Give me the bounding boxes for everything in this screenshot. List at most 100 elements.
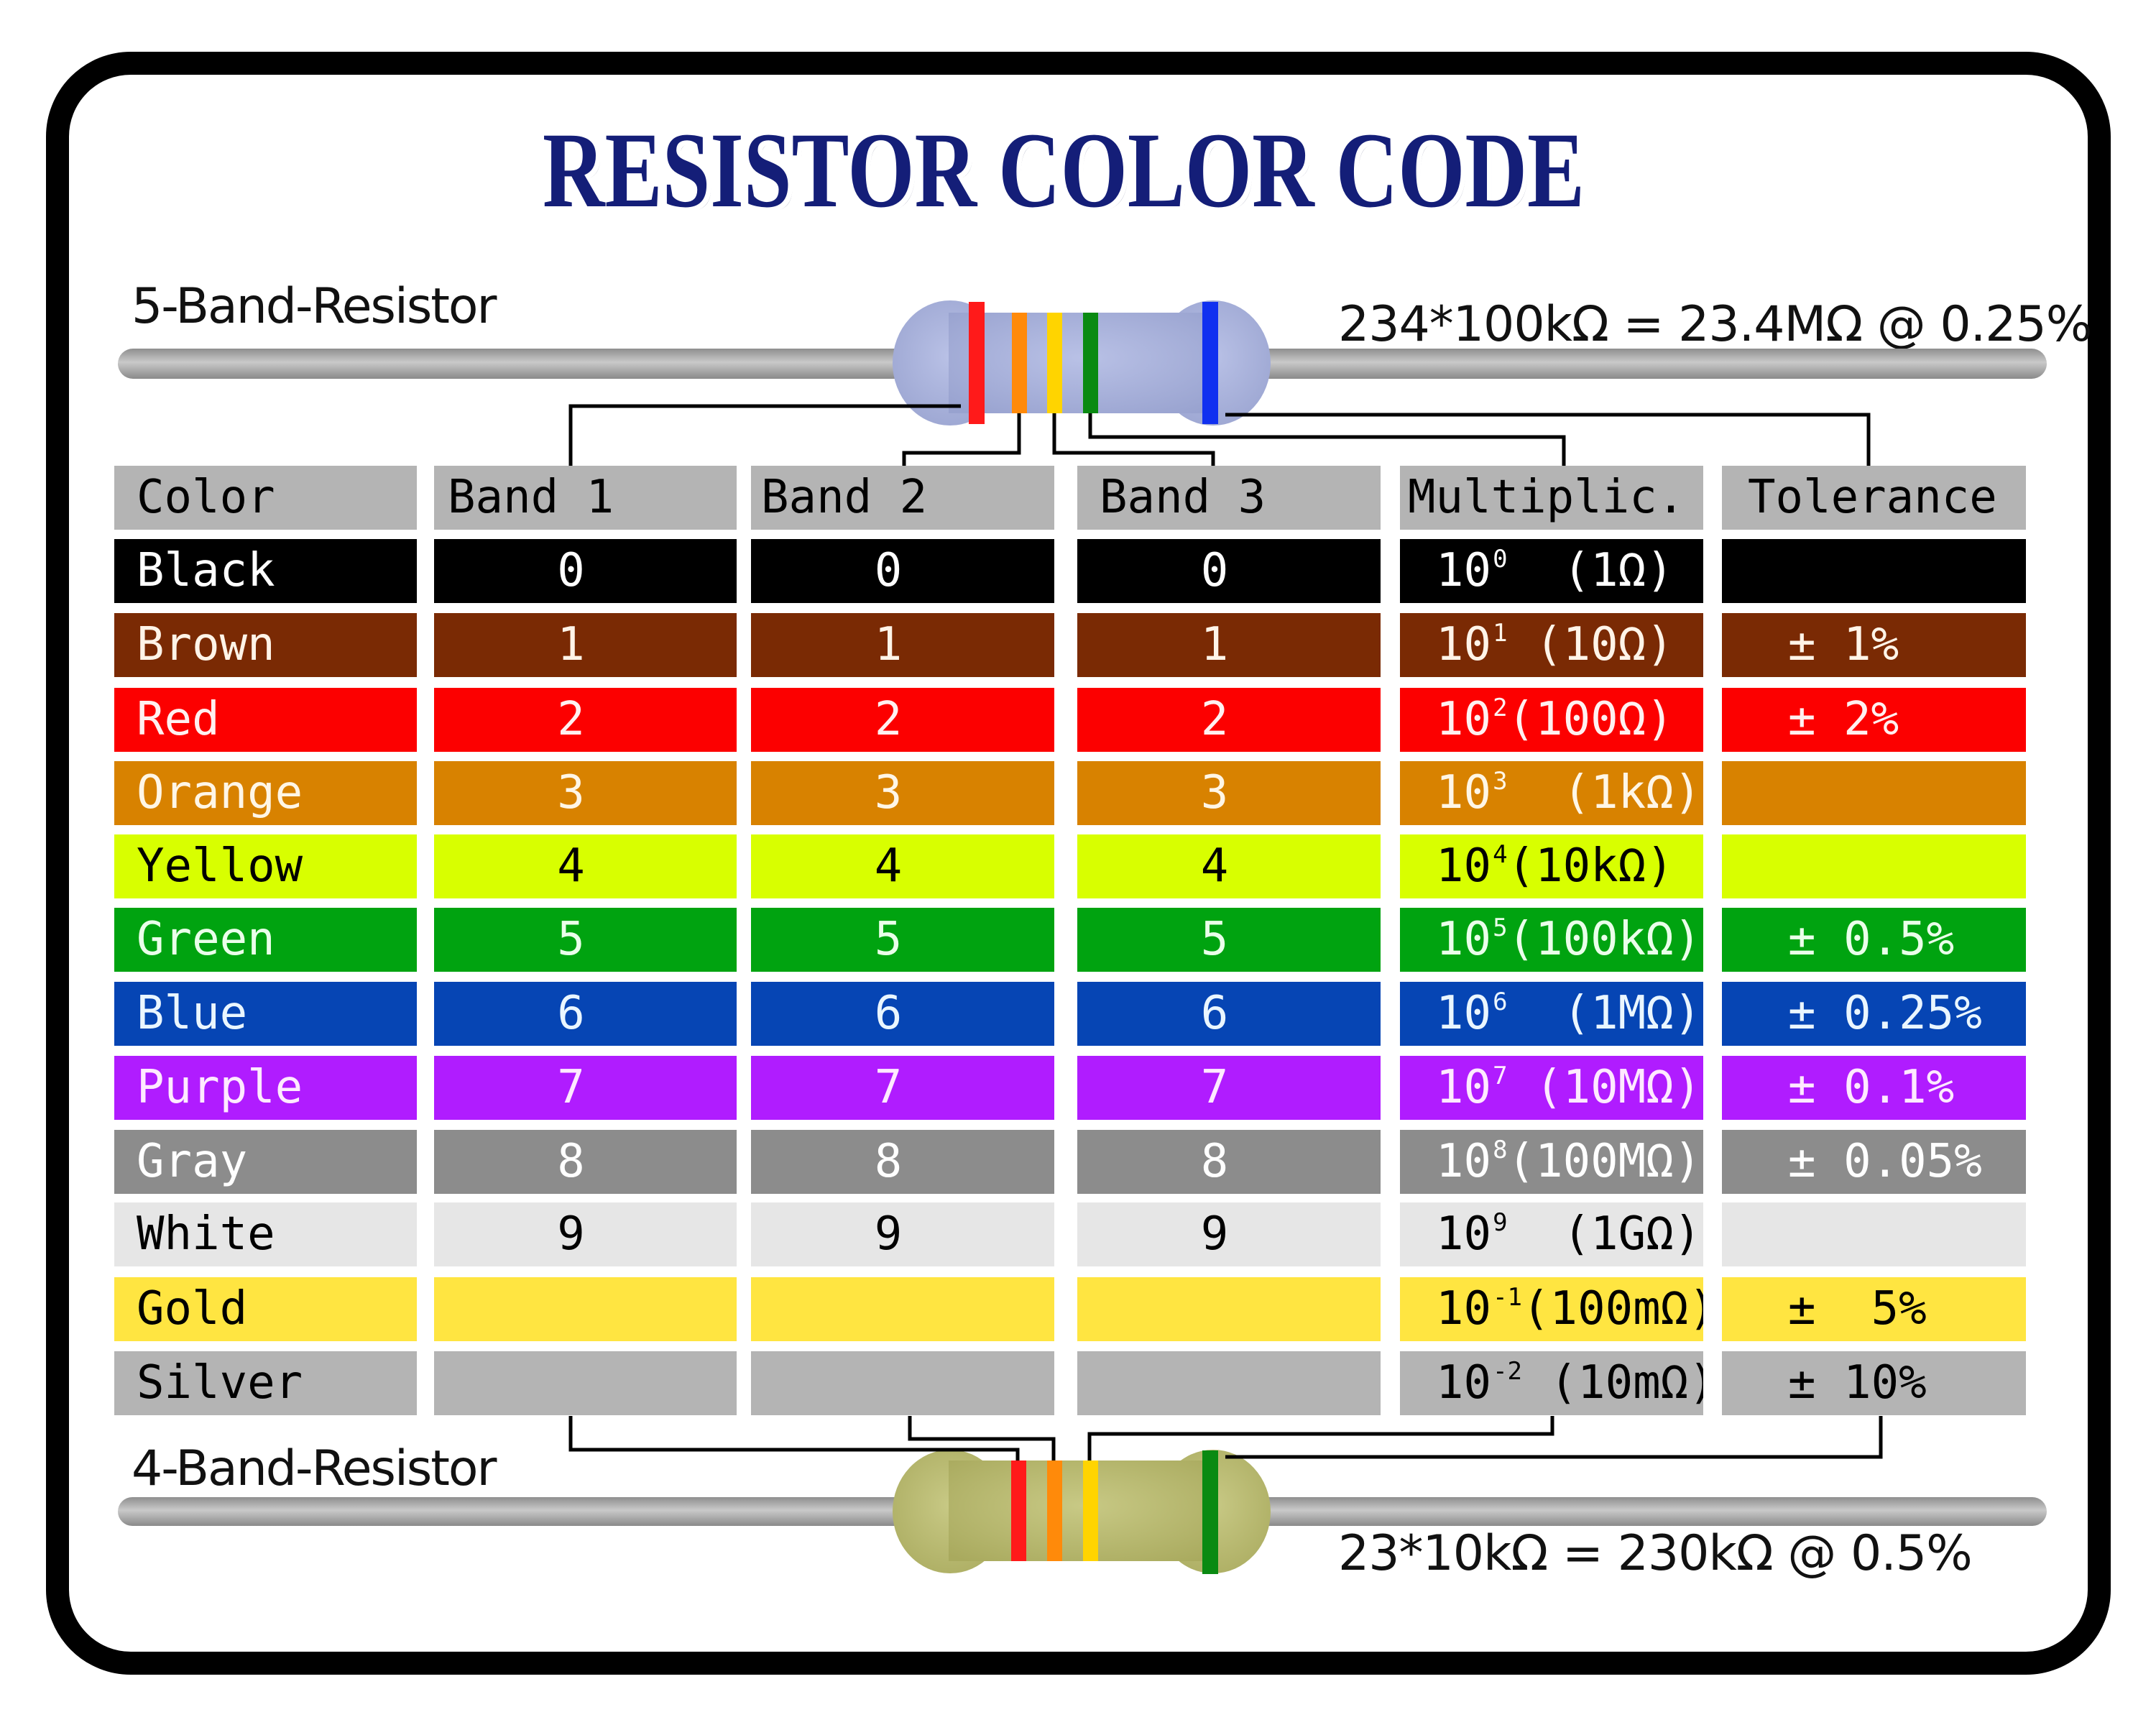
band1-digit-cell: 0: [434, 539, 737, 603]
multiplier-base: 10: [1436, 1061, 1492, 1114]
multiplier-cell: 103 (1kΩ): [1400, 761, 1703, 825]
header-cell-band1-digit: Band 1: [434, 466, 737, 530]
color-name-cell: Gray: [114, 1130, 417, 1194]
color-name-cell: Red: [114, 688, 417, 752]
multiplier-cell: 102(100Ω): [1400, 688, 1703, 752]
band3-digit-cell: 2: [1077, 688, 1381, 752]
color-name-cell: Silver: [114, 1351, 417, 1415]
connector-multiplier: [1088, 413, 1566, 467]
four-band-band-1: [1011, 1460, 1026, 1561]
band2-digit-cell: [751, 1351, 1054, 1415]
multiplier-value: (100kΩ): [1507, 913, 1702, 966]
band1-digit-cell: 8: [434, 1130, 737, 1194]
tolerance-cell: [1722, 834, 2026, 898]
band3-digit-cell: 9: [1077, 1202, 1381, 1266]
multiplier-exponent: 6: [1493, 988, 1508, 1016]
tolerance-cell: [1722, 1202, 2026, 1266]
band3-digit-cell: 6: [1077, 982, 1381, 1046]
header-cell-band2-digit: Band 2: [751, 466, 1054, 530]
multiplier-exponent: 1: [1493, 619, 1508, 648]
band1-digit-cell: 5: [434, 908, 737, 972]
band1-digit-cell: 4: [434, 834, 737, 898]
tolerance-cell: ± 2%: [1722, 688, 2026, 752]
band1-digit-cell: [434, 1277, 737, 1341]
multiplier-value: (1GΩ): [1507, 1208, 1702, 1261]
multiplier-cell: 10-1(100mΩ): [1400, 1277, 1703, 1341]
multiplier-value: (100Ω): [1507, 693, 1674, 746]
multiplier-base: 10: [1436, 913, 1492, 966]
tolerance-cell: ± 0.05%: [1722, 1130, 2026, 1194]
band3-digit-cell: 0: [1077, 539, 1381, 603]
five-band-band-1: [969, 302, 985, 424]
multiplier-cell: 109 (1GΩ): [1400, 1202, 1703, 1266]
multiplier-value: (100mΩ): [1522, 1282, 1703, 1335]
tolerance-cell: ± 5%: [1722, 1277, 2026, 1341]
band2-digit-cell: 3: [751, 761, 1054, 825]
connector-multiplier: [1087, 1416, 1554, 1460]
band2-digit-cell: [751, 1277, 1054, 1341]
multiplier-base: 10: [1436, 1356, 1492, 1409]
header-cell-tolerance: Tolerance: [1722, 466, 2026, 530]
five-band-band-multiplier: [1083, 313, 1098, 413]
tolerance-cell: [1722, 761, 2026, 825]
four-band-band-2: [1047, 1460, 1062, 1561]
band2-digit-cell: 8: [751, 1130, 1054, 1194]
color-name-cell: White: [114, 1202, 417, 1266]
band1-digit-cell: 1: [434, 613, 737, 677]
connector-band3: [1052, 413, 1215, 467]
header-cell-multiplier: Multiplic.: [1400, 466, 1703, 530]
band2-digit-cell: 5: [751, 908, 1054, 972]
multiplier-exponent: 4: [1493, 840, 1508, 869]
four-band-band-tolerance: [1202, 1450, 1218, 1574]
tolerance-cell: ± 1%: [1722, 613, 2026, 677]
band1-digit-cell: 7: [434, 1056, 737, 1120]
multiplier-exponent: -1: [1493, 1283, 1523, 1312]
multiplier-exponent: 0: [1493, 545, 1508, 574]
band2-digit-cell: 0: [751, 539, 1054, 603]
multiplier-value: (1kΩ): [1507, 766, 1702, 819]
band2-digit-cell: 9: [751, 1202, 1054, 1266]
multiplier-cell: 105(100kΩ): [1400, 908, 1703, 972]
band1-digit-cell: [434, 1351, 737, 1415]
multiplier-cell: 100 (1Ω): [1400, 539, 1703, 603]
multiplier-value: (1Ω): [1507, 544, 1674, 597]
band2-digit-cell: 4: [751, 834, 1054, 898]
band1-digit-cell: 2: [434, 688, 737, 752]
band2-digit-cell: 1: [751, 613, 1054, 677]
multiplier-exponent: 5: [1493, 914, 1508, 942]
multiplier-exponent: -2: [1493, 1357, 1523, 1386]
multiplier-cell: 107 (10MΩ): [1400, 1056, 1703, 1120]
five-band-band-3: [1047, 313, 1062, 413]
header-cell-band3-digit: Band 3: [1077, 466, 1381, 530]
tolerance-cell: ± 0.25%: [1722, 982, 2026, 1046]
multiplier-base: 10: [1436, 766, 1492, 819]
multiplier-cell: 108(100MΩ): [1400, 1130, 1703, 1194]
multiplier-cell: 106 (1MΩ): [1400, 982, 1703, 1046]
color-name-cell: Green: [114, 908, 417, 972]
band3-digit-cell: 4: [1077, 834, 1381, 898]
band2-digit-cell: 6: [751, 982, 1054, 1046]
four-band-band-multiplier: [1083, 1460, 1098, 1561]
multiplier-value: (10mΩ): [1522, 1356, 1703, 1409]
color-name-cell: Blue: [114, 982, 417, 1046]
multiplier-value: (10MΩ): [1507, 1061, 1702, 1114]
tolerance-cell: [1722, 539, 2026, 603]
band3-digit-cell: 1: [1077, 613, 1381, 677]
multiplier-exponent: 9: [1493, 1208, 1508, 1237]
multiplier-value: (10kΩ): [1507, 840, 1674, 893]
band1-digit-cell: 3: [434, 761, 737, 825]
five-band-band-2: [1012, 313, 1027, 413]
multiplier-base: 10: [1436, 693, 1492, 746]
band3-digit-cell: 8: [1077, 1130, 1381, 1194]
band3-digit-cell: 3: [1077, 761, 1381, 825]
color-name-cell: Yellow: [114, 834, 417, 898]
multiplier-base: 10: [1436, 544, 1492, 597]
band3-digit-cell: [1077, 1277, 1381, 1341]
color-name-cell: Brown: [114, 613, 417, 677]
multiplier-exponent: 8: [1493, 1136, 1508, 1164]
multiplier-cell: 104(10kΩ): [1400, 834, 1703, 898]
multiplier-exponent: 7: [1493, 1062, 1508, 1090]
multiplier-base: 10: [1436, 1282, 1492, 1335]
five-band-resistor: [118, 300, 2047, 467]
tolerance-cell: ± 0.5%: [1722, 908, 2026, 972]
